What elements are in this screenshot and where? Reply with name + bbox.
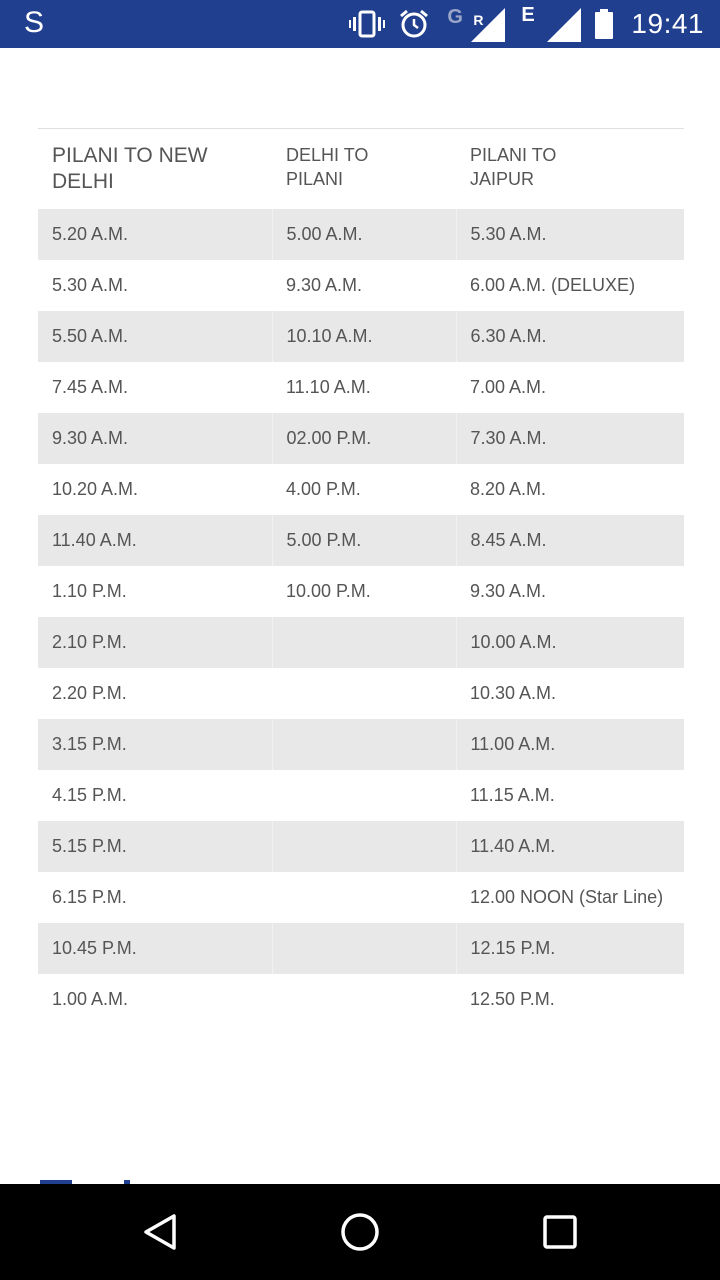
delhi-to-pilani-cell [271,821,456,872]
delhi-to-pilani-cell: 5.00 A.M. [271,209,456,260]
delhi-to-pilani-cell: 9.30 A.M. [286,275,363,295]
table-row: 2.10 P.M. 10.00 A.M. [38,617,684,668]
delhi-to-pilani-cell [272,668,456,719]
table-row: 4.15 P.M. 11.15 A.M. [38,770,684,821]
delhi-to-pilani-cell: 10.10 A.M. [271,311,456,362]
pilani-to-jaipur-cell: 9.30 A.M. [470,581,547,601]
delhi-to-pilani-cell: 4.00 P.M. [286,479,361,499]
clock: 19:41 [631,8,704,39]
delhi-to-pilani-cell: 10.00 P.M. [286,581,371,601]
table-row: 10.20 A.M. 4.00 P.M. 8.20 A.M. [38,464,684,515]
circle-home-icon [341,1213,379,1251]
delhi-to-pilani-cell [272,872,456,923]
pilani-to-new-delhi-cell: 6.15 P.M. [52,887,127,907]
header-pilani-to-new-delhi: PILANI TO NEW DELHI [52,144,208,193]
table-header-row: PILANI TO NEW DELHI DELHI TO PILANI PILA… [38,129,684,209]
pilani-to-new-delhi-cell: 7.45 A.M. [52,377,129,397]
header-pilani-to-jaipur: PILANI TO JAIPUR [470,145,557,189]
navigation-bar [0,1184,720,1280]
pilani-to-jaipur-cell: 12.15 P.M. [455,923,684,974]
delhi-to-pilani-cell [271,719,456,770]
battery-icon [595,9,614,39]
triangle-back-icon [144,1214,176,1250]
pilani-to-jaipur-cell: 8.20 A.M. [470,479,547,499]
app-notification-icon: S [24,6,45,39]
pilani-to-jaipur-cell: 10.30 A.M. [470,683,557,703]
status-icons: G R E 19:41 [335,0,704,48]
pilani-to-jaipur-cell: 12.00 NOON (Star Line) [470,887,664,907]
table-row: 6.15 P.M. 12.00 NOON (Star Line) [38,872,684,923]
delhi-to-pilani-cell: 02.00 P.M. [271,413,456,464]
pilani-to-new-delhi-cell: 5.30 A.M. [52,275,129,295]
table-row: 3.15 P.M. 11.00 A.M. [38,719,684,770]
table-row: 5.15 P.M. 11.40 A.M. [38,821,684,872]
table-row: 5.30 A.M. 9.30 A.M. 6.00 A.M. (DELUXE) [38,260,684,311]
pilani-to-new-delhi-cell: 10.45 P.M. [38,923,272,974]
pilani-to-new-delhi-cell: 5.50 A.M. [38,311,272,362]
bus-timetable: PILANI TO NEW DELHI DELHI TO PILANI PILA… [38,128,684,1025]
table-row: 11.40 A.M. 5.00 P.M. 8.45 A.M. [38,515,684,566]
status-bar: S G R E 19:41 [0,0,720,48]
pilani-to-jaipur-cell: 8.45 A.M. [455,515,684,566]
delhi-to-pilani-cell [272,770,456,821]
delhi-to-pilani-cell [271,617,456,668]
pilani-to-jaipur-cell: 7.00 A.M. [470,377,547,397]
pilani-to-new-delhi-cell: 11.40 A.M. [38,515,272,566]
pilani-to-jaipur-cell: 11.40 A.M. [455,821,684,872]
table-row: 9.30 A.M. 02.00 P.M. 7.30 A.M. [38,413,684,464]
pilani-to-jaipur-cell: 5.30 A.M. [455,209,684,260]
page-content: PILANI TO NEW DELHI DELHI TO PILANI PILA… [0,48,720,1184]
pilani-to-jaipur-cell: 6.30 A.M. [455,311,684,362]
pilani-to-jaipur-cell: 12.50 P.M. [470,989,555,1009]
table-row: 2.20 P.M. 10.30 A.M. [38,668,684,719]
pilani-to-new-delhi-cell: 2.10 P.M. [38,617,272,668]
pilani-to-new-delhi-cell: 5.15 P.M. [38,821,272,872]
pilani-to-new-delhi-cell: 1.10 P.M. [52,581,127,601]
delhi-to-pilani-cell [272,974,456,1025]
pilani-to-jaipur-cell: 6.00 A.M. (DELUXE) [470,275,636,295]
pilani-to-new-delhi-cell: 10.20 A.M. [52,479,139,499]
pilani-to-jaipur-cell: 10.00 A.M. [455,617,684,668]
alarm-icon [399,9,429,39]
back-button[interactable] [136,1208,184,1256]
table-row: 7.45 A.M. 11.10 A.M. 7.00 A.M. [38,362,684,413]
recents-button[interactable] [536,1208,584,1256]
delhi-to-pilani-cell: 11.10 A.M. [286,377,371,397]
table-row: 1.10 P.M. 10.00 P.M. 9.30 A.M. [38,566,684,617]
pilani-to-jaipur-cell: 11.15 A.M. [470,785,555,805]
pilani-to-new-delhi-cell: 9.30 A.M. [38,413,272,464]
pilani-to-new-delhi-cell: 2.20 P.M. [52,683,127,703]
pilani-to-jaipur-cell: 11.00 A.M. [455,719,684,770]
table-row: 1.00 A.M. 12.50 P.M. [38,974,684,1025]
signal-e-icon: E [519,4,582,44]
pilani-to-new-delhi-cell: 4.15 P.M. [52,785,127,805]
vibrate-icon [349,10,386,38]
home-button[interactable] [336,1208,384,1256]
pilani-to-new-delhi-cell: 3.15 P.M. [38,719,272,770]
table-row: 5.50 A.M. 10.10 A.M. 6.30 A.M. [38,311,684,362]
pilani-to-jaipur-cell: 7.30 A.M. [455,413,684,464]
square-recents-icon [543,1215,577,1249]
header-delhi-to-pilani: DELHI TO PILANI [286,145,369,189]
pilani-to-new-delhi-cell: 5.20 A.M. [38,209,272,260]
table-row: 10.45 P.M. 12.15 P.M. [38,923,684,974]
delhi-to-pilani-cell [271,923,456,974]
pilani-to-new-delhi-cell: 1.00 A.M. [52,989,129,1009]
timetable-table: PILANI TO NEW DELHI DELHI TO PILANI PILA… [38,129,684,1025]
signal-g-icon: G R [443,4,506,44]
table-row: 5.20 A.M. 5.00 A.M. 5.30 A.M. [38,209,684,260]
delhi-to-pilani-cell: 5.00 P.M. [271,515,456,566]
